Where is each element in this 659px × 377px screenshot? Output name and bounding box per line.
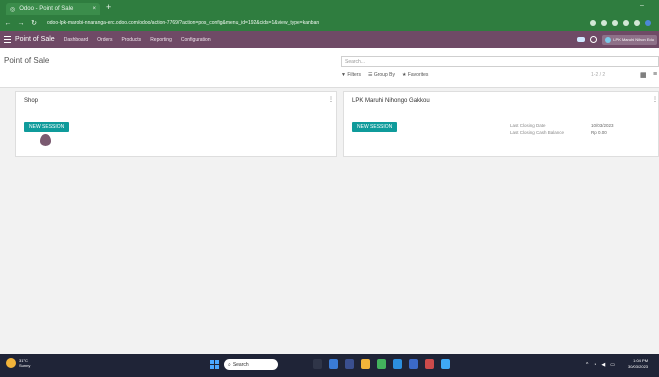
- reload-icon[interactable]: ↻: [29, 19, 39, 27]
- pos-card-title: LPK Maruhi Nihongo Gakkou: [352, 98, 430, 104]
- menu-reporting[interactable]: Reporting: [150, 37, 172, 43]
- list-view-icon[interactable]: ≡: [653, 71, 657, 78]
- wifi-icon[interactable]: ◔: [593, 362, 596, 368]
- extension-icon[interactable]: [612, 20, 618, 26]
- odoo-favicon-icon: ◎: [10, 6, 16, 13]
- address-bar-row: ← → ↻ odoo-lpk-marobi-nnaranga-erc.odoo.…: [0, 15, 659, 31]
- card-menu-icon[interactable]: ⋮: [652, 96, 658, 103]
- sidebar-icon[interactable]: [634, 20, 640, 26]
- filters-label: Filters: [347, 72, 361, 78]
- weather-text: Sunny: [19, 363, 31, 368]
- user-menu[interactable]: LPK Maruhi Nihon Edu: [602, 34, 657, 45]
- battery-icon[interactable]: ▭: [610, 362, 615, 368]
- kanban-view-icon[interactable]: ▦: [640, 71, 647, 79]
- app-menu-icon[interactable]: [4, 36, 11, 43]
- pos-card-lpk: LPK Maruhi Nihongo Gakkou ⋮ NEW SESSION …: [343, 91, 659, 157]
- browser-tab-strip: ◎ Odoo - Point of Sale × + –: [0, 0, 659, 15]
- pos-card-shop: Shop ⋮ NEW SESSION: [15, 91, 337, 157]
- card-menu-icon[interactable]: ⋮: [328, 96, 334, 103]
- last-closing-date-label: Last Closing Date: [510, 123, 546, 128]
- browser-tab-title: Odoo - Point of Sale: [19, 6, 74, 12]
- system-tray: ^ ◔ ◀ ▭: [586, 362, 615, 368]
- taskbar-search-label: Search: [232, 361, 249, 368]
- windows-start-icon[interactable]: [210, 360, 219, 369]
- search-input[interactable]: Search...: [341, 56, 659, 67]
- last-closing-balance: Rp 0.00: [591, 130, 607, 135]
- pos-card-title: Shop: [24, 98, 39, 104]
- control-panel: Point of Sale Search... ▼ Filters ☰ Grou…: [0, 48, 659, 88]
- search-options: ▼ Filters ☰ Group By ★ Favorites: [341, 72, 428, 78]
- group-by-button[interactable]: ☰ Group By: [368, 72, 395, 78]
- extension-icon[interactable]: [601, 20, 607, 26]
- menu-orders[interactable]: Orders: [97, 37, 112, 43]
- new-session-button[interactable]: NEW SESSION: [352, 122, 398, 132]
- url-field[interactable]: odoo-lpk-marobi-nnaranga-erc.odoo.com/od…: [47, 20, 377, 26]
- new-tab-button[interactable]: +: [106, 2, 111, 12]
- taskbar-search[interactable]: ⌕ Search: [224, 359, 278, 370]
- filters-button[interactable]: ▼ Filters: [341, 72, 361, 78]
- group-by-label: Group By: [373, 72, 395, 78]
- profile-avatar-icon[interactable]: [645, 20, 651, 26]
- app-icon[interactable]: [393, 359, 402, 369]
- sun-icon: [6, 358, 16, 368]
- minimize-window-icon[interactable]: –: [640, 2, 644, 9]
- clock-date: 30/03/2023: [628, 364, 649, 369]
- favorites-label: Favorites: [407, 72, 429, 78]
- menu-configuration[interactable]: Configuration: [181, 37, 211, 43]
- extension-icon[interactable]: [590, 20, 596, 26]
- download-icon[interactable]: [623, 20, 629, 26]
- activity-clock-icon[interactable]: [590, 36, 598, 43]
- windows-taskbar: 31°C Sunny ⌕ Search ^ ◔ ◀ ▭ 1:04 PM 30/0…: [0, 354, 659, 377]
- app-icon[interactable]: [425, 359, 434, 369]
- store-icon[interactable]: [345, 359, 354, 369]
- closing-info-values: 10/03/2023 Rp 0.00: [591, 122, 614, 136]
- last-closing-date: 10/03/2023: [591, 123, 614, 128]
- new-session-button[interactable]: NEW SESSION: [24, 122, 70, 132]
- chrome-icon[interactable]: [377, 359, 386, 369]
- menu-dashboard[interactable]: Dashboard: [64, 37, 88, 43]
- volume-icon[interactable]: ◀: [601, 362, 605, 368]
- taskbar-apps: [313, 359, 450, 369]
- app-name[interactable]: Point of Sale: [15, 36, 55, 43]
- pager-value[interactable]: 1-2 / 2: [591, 72, 605, 78]
- page-title: Point of Sale: [4, 56, 50, 65]
- menu-products[interactable]: Products: [121, 37, 141, 43]
- company-name: LPK Maruhi Nihon Edu: [613, 37, 654, 42]
- task-view-icon[interactable]: [313, 359, 322, 369]
- edge-icon[interactable]: [329, 359, 338, 369]
- taskbar-clock[interactable]: 1:04 PM 30/03/2023: [628, 358, 648, 370]
- avatar: [605, 36, 612, 43]
- app-icon[interactable]: [441, 359, 450, 369]
- file-explorer-icon[interactable]: [361, 359, 370, 369]
- last-closing-balance-label: Last Closing Cash Balance: [510, 130, 565, 135]
- back-icon[interactable]: ←: [3, 20, 13, 27]
- app-icon[interactable]: [409, 359, 418, 369]
- mouse-cursor-icon: [40, 134, 51, 146]
- favorites-button[interactable]: ★ Favorites: [402, 72, 428, 78]
- forward-icon[interactable]: →: [16, 20, 26, 27]
- search-icon: ⌕: [228, 361, 231, 368]
- close-tab-icon[interactable]: ×: [92, 6, 96, 12]
- weather-widget[interactable]: 31°C Sunny: [6, 358, 30, 368]
- chat-icon[interactable]: [577, 37, 586, 42]
- odoo-navbar: Point of Sale Dashboard Orders Products …: [0, 31, 659, 48]
- closing-info-labels: Last Closing Date Last Closing Cash Bala…: [510, 122, 564, 136]
- browser-tab[interactable]: ◎ Odoo - Point of Sale ×: [6, 3, 100, 15]
- chevron-up-icon[interactable]: ^: [586, 362, 588, 368]
